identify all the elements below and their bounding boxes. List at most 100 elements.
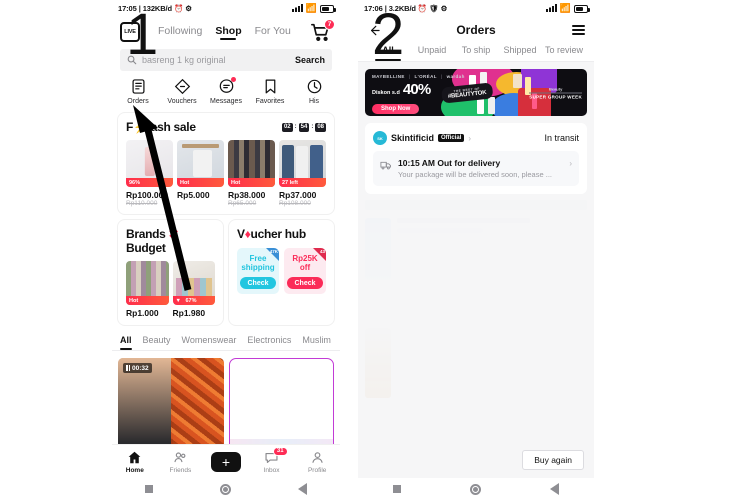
voucher-discount[interactable]: 43 Rp25K off Check [284,248,326,295]
banner-right-label-2: SUPER GROUP WEEK [529,92,582,99]
product-card[interactable]: Hot Rp38.000 Rp65.000 [228,140,275,207]
discount-value: 40% [402,81,431,98]
quick-link-orders[interactable]: Orders [116,78,160,105]
quick-link-favorites[interactable]: Favorites [248,78,292,105]
search-bar[interactable]: basreng 1 kg original Search [120,49,332,71]
top-tab-list: Following Shop For You [158,25,291,40]
tab-to-review[interactable]: To review [542,45,586,61]
quick-link-label: Messages [210,98,242,105]
status-data-rate: 3.2KB/d [388,4,416,13]
bottom-nav-profile[interactable]: Profile [294,450,340,474]
category-tab-beauty[interactable]: Beauty [143,335,171,350]
bottom-nav-label: Friends [169,466,192,474]
left-phone-screen: 17:05 | 132KB/d ⏰ ⚙ 📶 LIVE Following Sho… [112,0,340,500]
search-input[interactable]: basreng 1 kg original [142,55,290,65]
tiktok-top-nav: LIVE Following Shop For You 7 [112,17,340,47]
timer-minutes: 54 [298,122,310,132]
faded-thumbnail [365,328,391,398]
quick-link-history[interactable]: His [292,78,336,105]
product-old-price: Rp65.000 [228,200,257,207]
timer-seconds: 08 [315,122,326,132]
product-card[interactable]: ▼ 67% Rp1.980 [172,261,215,318]
quick-link-vouchers[interactable]: Vouchers [160,78,204,105]
tab-all[interactable]: All [366,45,410,61]
product-card[interactable]: Hot Rp5.000 [177,140,224,207]
category-tab-all[interactable]: All [120,335,132,350]
faded-strip [365,200,587,210]
bottom-nav-create[interactable]: + [203,451,249,472]
product-card[interactable]: 96% Rp100.000 Rp110.000 [126,140,173,207]
alarm-icon: ⏰ [417,4,428,13]
voucher-check-button[interactable]: Check [287,277,323,290]
category-tab-womenswear[interactable]: Womenswear [182,335,237,350]
live-logo-icon[interactable]: LIVE [120,22,140,42]
quick-link-messages[interactable]: Messages [204,77,248,105]
brands-budget-title: Brands ✖ Budget [126,227,179,255]
faded-content-region [365,200,587,398]
search-icon [127,55,137,65]
back-button[interactable] [297,483,307,495]
product-image: 96% [126,140,173,187]
quick-link-label: Orders [127,98,149,105]
page-title: Orders [456,23,496,37]
plus-icon[interactable]: + [207,451,244,472]
friends-icon [174,451,186,462]
back-arrow-icon[interactable] [366,22,382,38]
logistics-text: 10:15 AM Out for delivery Your package w… [398,158,563,179]
tab-for-you[interactable]: For You [255,25,291,40]
category-tab-electronics[interactable]: Electronics [247,335,291,350]
feed-video-item[interactable]: 00:32 [118,358,224,456]
logistics-row[interactable]: 10:15 AM Out for delivery Your package w… [373,151,579,186]
left-status-bar: 17:05 | 132KB/d ⏰ ⚙ 📶 [112,0,340,17]
gear-icon: ⚙ [440,4,448,13]
search-button[interactable]: Search [295,55,325,65]
orders-header: Orders [358,17,594,43]
home-icon [128,451,141,463]
voucher-corner-label: 47K [269,249,278,254]
tab-shop[interactable]: Shop [215,25,241,40]
product-card[interactable]: Hot Rp1.000 [126,261,169,318]
tab-unpaid[interactable]: Unpaid [410,45,454,61]
product-image: 27 left [279,140,326,187]
status-time: 17:06 [364,4,383,13]
bottom-nav-inbox[interactable]: 31 Inbox [249,446,295,474]
buy-again-button[interactable]: Buy again [522,450,584,470]
quick-link-label: Vouchers [167,98,197,105]
orders-icon [130,78,147,95]
wifi-icon: 📶 [305,3,317,13]
recents-button[interactable] [145,485,154,493]
recents-button[interactable] [392,485,401,493]
screenshot-stage: 17:05 | 132KB/d ⏰ ⚙ 📶 LIVE Following Sho… [0,0,750,500]
hamburger-icon[interactable] [570,22,586,38]
bottom-nav-home[interactable]: Home [112,450,158,474]
home-button[interactable] [219,483,231,495]
chevron-right-icon: › [569,159,572,168]
signal-icon [291,3,303,14]
flash-sale-products: 96% Rp100.000 Rp110.000 Hot Rp5.000 Hot … [118,138,334,214]
video-thumbnail: 00:32 [118,358,224,456]
status-badge: Official [438,134,465,142]
back-button[interactable] [550,483,560,495]
product-old-price: Rp108.000 [279,200,311,207]
home-button[interactable] [469,483,481,495]
status-separator: | [138,4,141,13]
voucher-check-button[interactable]: Check [240,277,276,290]
bottom-nav-friends[interactable]: Friends [158,450,204,474]
tab-shipped[interactable]: Shipped [498,45,542,61]
bottom-nav-label: Inbox [263,466,280,474]
tab-to-ship[interactable]: To ship [454,45,498,61]
product-old-price: Rp110.000 [126,200,158,207]
promo-banner[interactable]: THE BEST OF #BEAUTYTOK Beauty SUPER GROU… [365,69,587,116]
product-price: Rp37.000 [279,190,317,200]
voucher-list: 47K Free shipping Check 43 Rp25K off Che… [229,245,334,302]
order-shop-row[interactable]: SK Skintificid Official › In transit [365,123,587,151]
tab-following[interactable]: Following [158,25,202,40]
voucher-free-shipping[interactable]: 47K Free shipping Check [237,248,279,295]
timer-hours: 02 [281,122,293,132]
cart-button[interactable]: 7 [310,19,335,43]
category-tab-muslim[interactable]: Muslim [302,335,331,350]
feed-promo-item[interactable] [228,358,334,456]
shop-now-button[interactable]: Shop Now [372,104,420,114]
logistics-title: 10:15 AM Out for delivery [398,158,501,168]
product-card[interactable]: 27 left Rp37.000 Rp108.000 [279,140,326,207]
